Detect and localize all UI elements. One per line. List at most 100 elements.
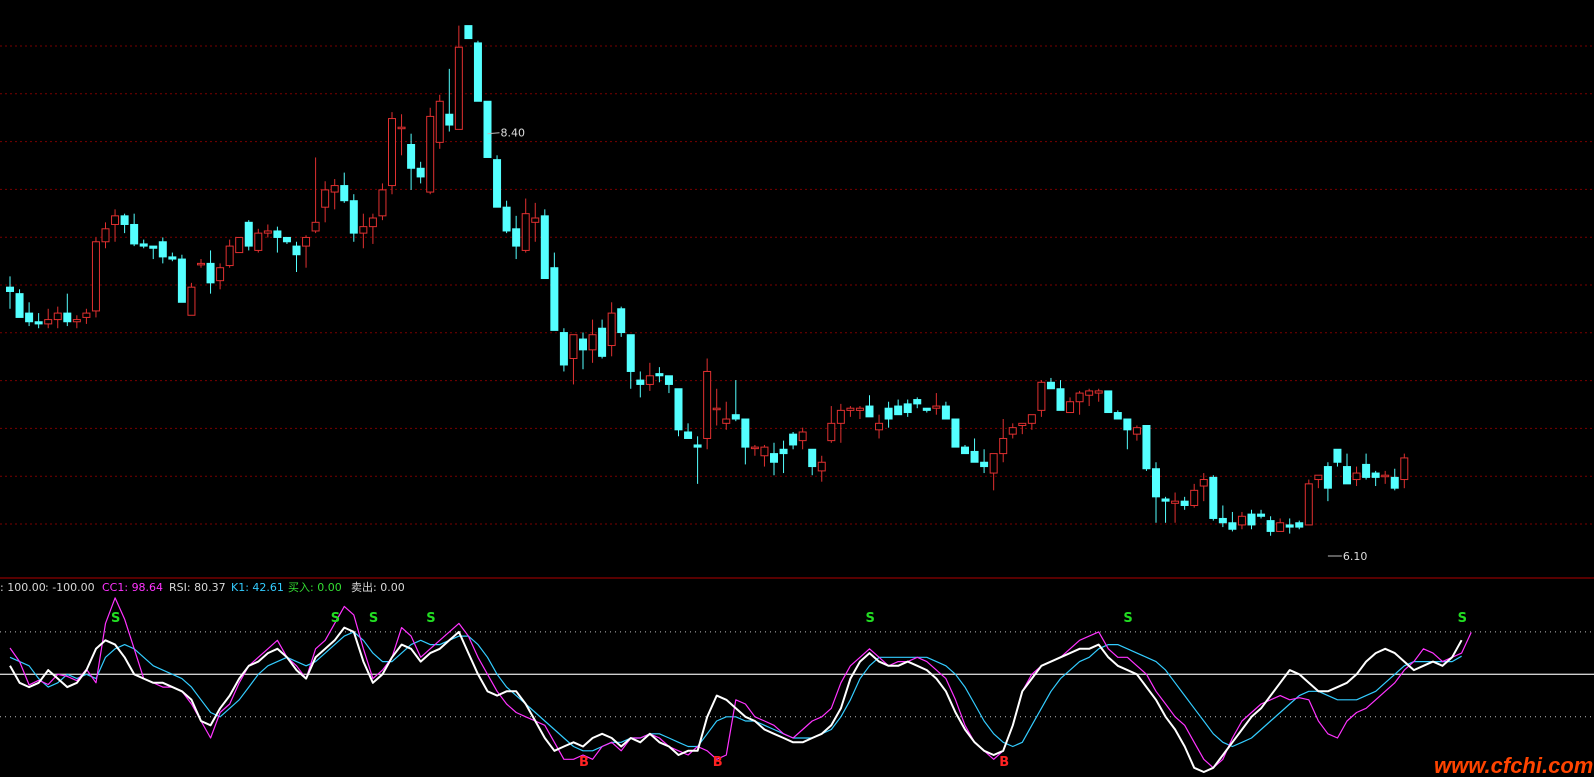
candle: [731, 380, 740, 422]
candle: [1390, 468, 1399, 491]
candle-body: [712, 407, 721, 411]
candle: [454, 25, 463, 130]
candle-body: [999, 437, 1008, 455]
candle-body: [1228, 522, 1237, 530]
candle: [1075, 390, 1084, 415]
sell-signal: S: [331, 611, 340, 626]
candle-body: [388, 118, 396, 187]
candle: [340, 172, 349, 203]
candle: [1352, 466, 1361, 487]
candle: [521, 198, 530, 253]
legend-cc1: CC1: 98.64: [102, 581, 163, 594]
buy-sell-signals: S S S S B B S B S S: [111, 611, 1467, 770]
candle-body: [321, 189, 330, 208]
candle: [25, 302, 34, 327]
candle-body: [302, 236, 311, 247]
candle-body: [483, 100, 492, 158]
candle-body: [674, 388, 683, 431]
candle: [63, 293, 72, 327]
candle: [798, 427, 807, 450]
candle-body: [1085, 390, 1094, 396]
candle-body: [235, 236, 244, 254]
candle: [636, 371, 645, 398]
candle: [512, 215, 521, 260]
candle: [1066, 397, 1075, 414]
candle: [588, 319, 597, 363]
legend-rsi: RSI: 80.37: [169, 581, 226, 594]
candle-body: [1152, 468, 1160, 498]
candle-body: [894, 405, 903, 416]
candle-body: [779, 448, 788, 455]
candle: [473, 40, 482, 102]
candle: [120, 213, 129, 234]
candle: [388, 112, 396, 195]
candle: [1046, 377, 1055, 390]
candle-body: [168, 256, 177, 260]
candle: [1237, 511, 1246, 530]
candle: [855, 406, 864, 420]
candle-body: [1390, 476, 1399, 489]
low-marker-label: 6.10: [1343, 550, 1368, 563]
candle-body: [1027, 414, 1036, 424]
candle: [674, 388, 683, 437]
candle-body: [1161, 498, 1170, 502]
high-marker-label: 8.40: [501, 127, 526, 140]
candle-body: [836, 409, 845, 424]
candle-body: [378, 189, 387, 217]
sell-signal: S: [1458, 611, 1467, 626]
candle: [1228, 511, 1237, 532]
candle-body: [216, 267, 225, 282]
candle: [1247, 509, 1256, 530]
candle-body: [741, 418, 750, 448]
candle: [111, 209, 120, 242]
candle: [913, 397, 922, 409]
candle: [951, 418, 960, 448]
candle-body: [598, 327, 607, 357]
indicator-reference-lines: [0, 631, 1594, 718]
candle-body: [855, 407, 864, 411]
candle: [426, 107, 435, 195]
sell-signal: S: [1123, 611, 1132, 626]
candle: [1257, 509, 1266, 519]
candle: [750, 444, 759, 456]
candle: [416, 161, 425, 184]
candle-body: [292, 245, 301, 256]
candle-body: [922, 407, 931, 411]
candle-body: [846, 407, 855, 411]
candle-body: [1381, 474, 1390, 478]
candle-body: [731, 414, 740, 420]
candle: [712, 388, 721, 426]
candle-body: [454, 46, 463, 130]
candle-body: [703, 370, 712, 439]
candle-body: [817, 461, 826, 472]
candle: [44, 308, 53, 329]
candle: [1371, 470, 1380, 487]
candle: [72, 315, 81, 329]
candle: [693, 436, 702, 484]
candle-body: [1180, 500, 1189, 506]
candle-body: [579, 338, 587, 351]
candle-body: [903, 403, 912, 414]
candle: [235, 236, 244, 254]
candle-body: [263, 230, 272, 234]
candle: [894, 399, 903, 416]
candle: [139, 239, 148, 249]
candle-body: [282, 236, 291, 243]
candle-body: [1132, 427, 1141, 435]
candle: [158, 237, 167, 264]
candle-body: [760, 446, 769, 457]
candle: [254, 228, 263, 253]
candle: [1276, 518, 1285, 532]
candle-body: [72, 319, 81, 323]
candle-body: [502, 206, 511, 232]
candle-body: [435, 100, 444, 143]
candle: [664, 375, 673, 394]
candle-body: [493, 159, 502, 208]
candle-body: [407, 144, 416, 169]
candle: [703, 358, 712, 450]
candle-body: [655, 373, 664, 377]
candle-body: [664, 375, 673, 385]
candle: [1362, 453, 1371, 480]
candle: [53, 306, 62, 329]
candle: [149, 245, 158, 260]
